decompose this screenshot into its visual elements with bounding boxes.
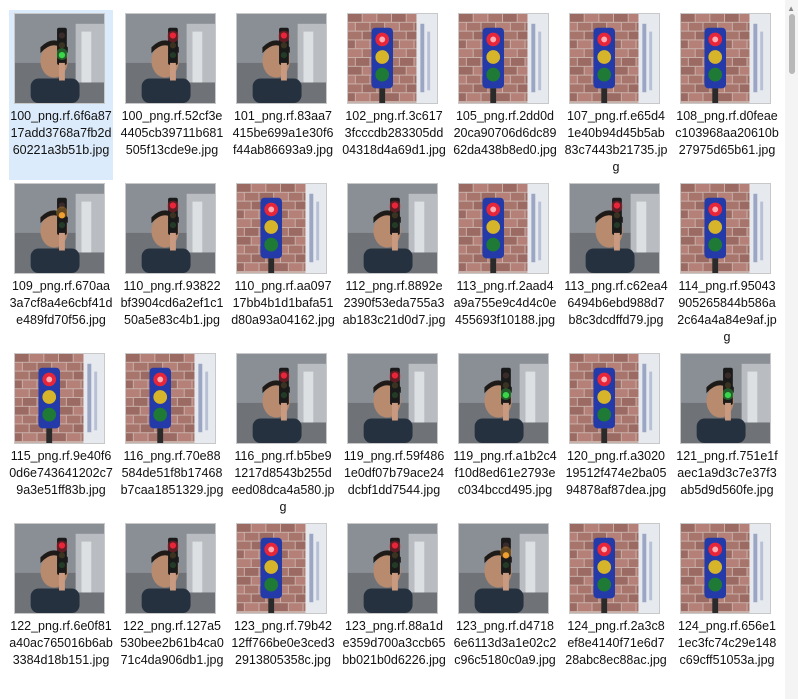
file-name: 123_png.rf.88a1de359d700a3ccb65bb021b0d6… [342, 619, 446, 667]
file-tile[interactable]: 123_png.rf.79b4212ff766be0e3ced329138053… [231, 520, 335, 690]
file-thumbnail [569, 353, 660, 444]
scroll-thumb[interactable] [789, 14, 795, 74]
file-tile[interactable]: 114_png.rf.95043905265844b586a2c64a4a84e… [675, 180, 779, 350]
file-name: 100_png.rf.52cf3e4405cb39711b681505f13cd… [120, 109, 224, 157]
file-thumbnail [680, 183, 771, 274]
file-thumbnail [680, 13, 771, 104]
file-thumbnail [236, 353, 327, 444]
file-name: 123_png.rf.79b4212ff766be0e3ced329138053… [231, 619, 335, 667]
file-name: 112_png.rf.8892e2390f53eda755a3ab183c21d… [342, 279, 446, 327]
file-tile[interactable]: 105_png.rf.2dd0d20ca90706d6dc8962da438b8… [453, 10, 557, 180]
file-tile[interactable]: 122_png.rf.6e0f81a40ac765016b6ab3384d18b… [9, 520, 113, 690]
file-name: 101_png.rf.83aa7415be699a1e30f6f44ab8669… [232, 109, 334, 157]
vertical-scrollbar[interactable]: ▲ [785, 0, 798, 699]
file-name: 108_png.rf.d0feaec103968aa20610b27975d65… [675, 109, 779, 157]
file-name: 110_png.rf.93822bf3904cd6a2ef1c150a5e83c… [120, 279, 224, 327]
file-tile[interactable]: 113_png.rf.2aad4a9a755e9c4d4c0e455693f10… [453, 180, 557, 350]
file-thumbnail [125, 353, 216, 444]
file-name: 107_png.rf.e65d41e40b94d45b5ab83c7443b21… [564, 109, 668, 174]
file-thumbnail [680, 523, 771, 614]
file-name: 123_png.rf.d47186e6113d3a1e02c2c96c5180c… [453, 619, 557, 667]
file-thumbnail [569, 183, 660, 274]
file-tile[interactable]: 123_png.rf.d47186e6113d3a1e02c2c96c5180c… [453, 520, 557, 690]
file-tile[interactable]: 122_png.rf.127a5530bee2b61b4ca071c4da906… [120, 520, 224, 690]
file-tile[interactable]: 119_png.rf.a1b2c4f10d8ed61e2793ec034bccd… [453, 350, 557, 520]
file-tile[interactable]: 102_png.rf.3c6173fcccdb283305dd04318d4a6… [342, 10, 446, 180]
file-tile[interactable]: 109_png.rf.670aa3a7cf8a4e6cbf41de489fd70… [9, 180, 113, 350]
file-name: 102_png.rf.3c6173fcccdb283305dd04318d4a6… [342, 109, 446, 157]
file-thumbnail [236, 523, 327, 614]
file-thumbnail [347, 353, 438, 444]
file-name: 110_png.rf.aa09717bb4b1d1bafa51d80a93a04… [231, 279, 335, 327]
file-name: 114_png.rf.95043905265844b586a2c64a4a84e… [677, 279, 777, 344]
file-name: 105_png.rf.2dd0d20ca90706d6dc8962da438b8… [453, 109, 557, 157]
file-thumbnail [236, 183, 327, 274]
file-tile[interactable]: 110_png.rf.93822bf3904cd6a2ef1c150a5e83c… [120, 180, 224, 350]
file-name: 122_png.rf.6e0f81a40ac765016b6ab3384d18b… [9, 619, 113, 667]
file-tile[interactable]: 115_png.rf.9e40f60d6e743641202c79a3e51ff… [9, 350, 113, 520]
file-name: 116_png.rf.b5be91217d8543b255deed08dca4a… [231, 449, 335, 514]
file-name: 120_png.rf.a302019512f474e2ba0594878af87… [565, 449, 667, 497]
file-tile[interactable]: 107_png.rf.e65d41e40b94d45b5ab83c7443b21… [564, 10, 668, 180]
file-name: 121_png.rf.751e1faec1a9d3c7e37f3ab5d9d56… [676, 449, 778, 497]
file-thumbnail [14, 353, 105, 444]
scroll-up-arrow-icon[interactable]: ▲ [787, 4, 795, 13]
file-name: 113_png.rf.2aad4a9a755e9c4d4c0e455693f10… [453, 279, 557, 327]
file-thumbnail [347, 183, 438, 274]
file-thumbnail [458, 13, 549, 104]
file-tile[interactable]: 108_png.rf.d0feaec103968aa20610b27975d65… [675, 10, 779, 180]
file-thumbnail [347, 13, 438, 104]
file-name: 119_png.rf.a1b2c4f10d8ed61e2793ec034bccd… [453, 449, 557, 497]
file-tile[interactable]: 112_png.rf.8892e2390f53eda755a3ab183c21d… [342, 180, 446, 350]
file-name: 122_png.rf.127a5530bee2b61b4ca071c4da906… [120, 619, 224, 667]
file-name: 109_png.rf.670aa3a7cf8a4e6cbf41de489fd70… [9, 279, 113, 327]
file-tile[interactable]: 116_png.rf.70e88584de51f8b17468b7caa1851… [120, 350, 224, 520]
file-name: 124_png.rf.656e11ec3fc74c29e148c69cff510… [677, 619, 777, 667]
file-tile[interactable]: 101_png.rf.83aa7415be699a1e30f6f44ab8669… [231, 10, 335, 180]
file-thumbnail [125, 13, 216, 104]
file-name: 116_png.rf.70e88584de51f8b17468b7caa1851… [120, 449, 224, 497]
file-tile[interactable]: 124_png.rf.2a3c8ef8e4140f71e6d728abc8ec8… [564, 520, 668, 690]
file-tile[interactable]: 116_png.rf.b5be91217d8543b255deed08dca4a… [231, 350, 335, 520]
file-name: 124_png.rf.2a3c8ef8e4140f71e6d728abc8ec8… [565, 619, 667, 667]
file-tile[interactable]: 110_png.rf.aa09717bb4b1d1bafa51d80a93a04… [231, 180, 335, 350]
file-tile[interactable]: 123_png.rf.88a1de359d700a3ccb65bb021b0d6… [342, 520, 446, 690]
file-name: 100_png.rf.6f6a8717add3768a7fb2d60221a3b… [10, 109, 112, 157]
file-thumbnail [458, 353, 549, 444]
file-thumbnail [458, 183, 549, 274]
file-grid: 100_png.rf.6f6a8717add3768a7fb2d60221a3b… [9, 10, 779, 690]
file-tile[interactable]: 100_png.rf.52cf3e4405cb39711b681505f13cd… [120, 10, 224, 180]
file-thumbnail [680, 353, 771, 444]
file-thumbnail [236, 13, 327, 104]
file-thumbnail [14, 183, 105, 274]
file-name: 113_png.rf.c62ea46494b6ebd988d7b8c3dcdff… [564, 279, 668, 327]
file-tile[interactable]: 113_png.rf.c62ea46494b6ebd988d7b8c3dcdff… [564, 180, 668, 350]
file-thumbnail [125, 523, 216, 614]
file-tile[interactable]: 124_png.rf.656e11ec3fc74c29e148c69cff510… [675, 520, 779, 690]
file-name: 119_png.rf.59f4861e0df07b79ace24dcbf1dd7… [343, 449, 445, 497]
file-thumbnail [347, 523, 438, 614]
file-thumbnail [569, 523, 660, 614]
file-thumbnail [14, 13, 105, 104]
file-thumbnail [458, 523, 549, 614]
file-tile[interactable]: 121_png.rf.751e1faec1a9d3c7e37f3ab5d9d56… [675, 350, 779, 520]
file-thumbnail [14, 523, 105, 614]
file-thumbnail [569, 13, 660, 104]
file-thumbnail [125, 183, 216, 274]
file-tile[interactable]: 119_png.rf.59f4861e0df07b79ace24dcbf1dd7… [342, 350, 446, 520]
file-name: 115_png.rf.9e40f60d6e743641202c79a3e51ff… [9, 449, 113, 497]
file-tile[interactable]: 120_png.rf.a302019512f474e2ba0594878af87… [564, 350, 668, 520]
file-tile[interactable]: 100_png.rf.6f6a8717add3768a7fb2d60221a3b… [9, 10, 113, 180]
